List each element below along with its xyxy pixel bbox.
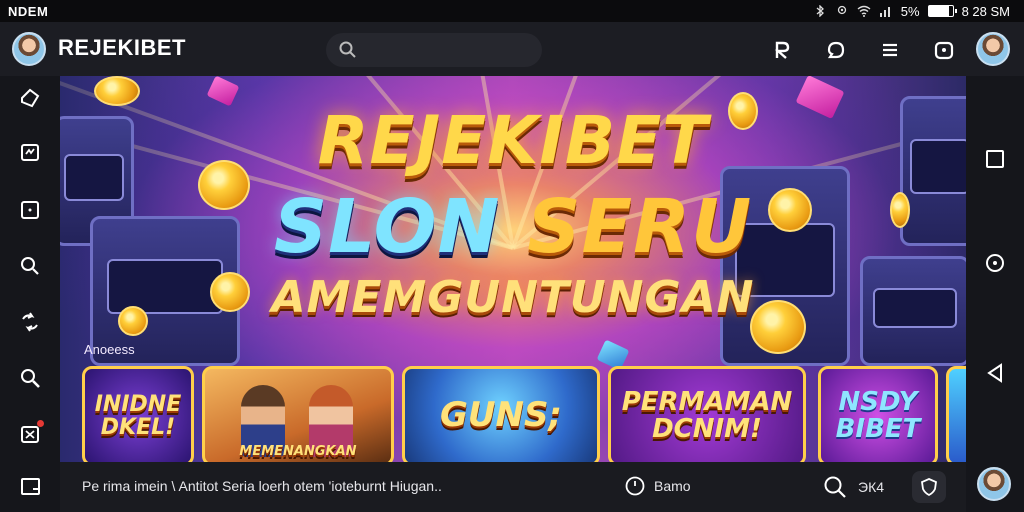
game-card-title: MEMENANGKAN xyxy=(239,444,357,460)
hero-title-line3: AMEMGUNTUNGAN xyxy=(271,272,755,323)
search-bar[interactable] xyxy=(326,33,542,67)
hero-title-line2: SLON SERU xyxy=(60,184,966,270)
top-actions xyxy=(768,36,958,64)
left-sidebar xyxy=(0,76,60,512)
game-card[interactable]: MEMENANGKAN xyxy=(202,366,394,462)
search-icon xyxy=(824,476,846,498)
battery-percent: 5% xyxy=(900,3,920,19)
location-icon xyxy=(835,5,849,17)
window-icon[interactable] xyxy=(16,472,44,500)
status-icons: 5% 8 28 SM xyxy=(813,4,1010,19)
right-sidebar xyxy=(966,76,1024,462)
hero-title-word: SLON xyxy=(273,184,501,270)
search-count: ЭК4 xyxy=(858,479,885,495)
bottom-search-button[interactable]: ЭК4 xyxy=(822,474,884,500)
shield-button[interactable] xyxy=(912,471,946,503)
bluetooth-icon xyxy=(813,5,827,17)
profile-avatar-bottom[interactable] xyxy=(977,467,1011,501)
profile-avatar[interactable] xyxy=(12,32,46,66)
game-card[interactable]: INIDNE DKEL! xyxy=(82,366,194,462)
game-card-title: GUNS; xyxy=(439,395,563,436)
zoom-icon[interactable] xyxy=(16,364,44,392)
game-card[interactable]: GUNS; xyxy=(402,366,600,462)
wallet-icon[interactable] xyxy=(930,36,958,64)
clock-icon xyxy=(625,476,645,496)
gift-icon[interactable] xyxy=(16,420,44,448)
battery-level xyxy=(928,6,949,16)
chat-icon[interactable] xyxy=(822,36,850,64)
app-root: NDEM 5% 8 28 SM REJEKIBET REJEKIBET SLON… xyxy=(0,0,1024,512)
status-time: 8 28 SM xyxy=(961,3,1010,19)
hero-banner[interactable]: REJEKIBET SLON SERU AMEMGUNTUNGAN Anoees… xyxy=(60,76,966,462)
search-input[interactable] xyxy=(366,42,526,58)
status-carrier: NDEM xyxy=(8,3,49,19)
demo-label: Bamo xyxy=(654,478,691,494)
logo-r-icon[interactable] xyxy=(768,36,796,64)
search-nav-icon[interactable] xyxy=(16,252,44,280)
wifi-icon xyxy=(857,5,871,17)
ticker-text: Pe rima imein \ Antitot Seria loerh otem… xyxy=(82,478,442,494)
bottom-bar: Pe rima imein \ Antitot Seria loerh otem… xyxy=(60,462,966,512)
square-icon[interactable] xyxy=(982,146,1008,172)
location-icon[interactable] xyxy=(982,250,1008,276)
transfer-icon[interactable] xyxy=(16,308,44,336)
shield-icon xyxy=(921,478,937,497)
home-icon[interactable] xyxy=(16,84,44,112)
app-bar: REJEKIBET xyxy=(0,22,1024,76)
game-card[interactable]: PERMAMAN DCNIM! xyxy=(608,366,806,462)
section-label: Anoeess xyxy=(84,342,135,357)
game-card-row: INIDNE DKEL! MEMENANGKAN GUNS; PERMAMAN … xyxy=(82,366,966,462)
battery-icon xyxy=(927,5,957,17)
menu-icon[interactable] xyxy=(876,36,904,64)
game-card[interactable]: NSDY BIBET xyxy=(818,366,938,462)
demo-button[interactable]: Bamo xyxy=(624,475,691,497)
back-triangle-icon[interactable] xyxy=(982,360,1008,386)
search-icon xyxy=(339,41,356,58)
bottom-right-corner xyxy=(966,462,1024,512)
brand-title: REJEKIBET xyxy=(58,35,186,60)
video-icon[interactable] xyxy=(16,196,44,224)
game-card[interactable] xyxy=(946,366,966,462)
hero-title-line1: REJEKIBET xyxy=(317,102,709,179)
status-bar: NDEM 5% 8 28 SM xyxy=(0,0,1024,22)
bottom-left-corner xyxy=(0,462,60,512)
signal-icon xyxy=(879,5,893,17)
notification-dot xyxy=(37,420,44,427)
game-card-title: NSDY BIBET xyxy=(835,386,921,444)
game-card-title: INIDNE DKEL! xyxy=(94,391,182,440)
game-card-title: PERMAMAN DCNIM! xyxy=(621,386,793,444)
games-icon[interactable] xyxy=(16,138,44,166)
account-avatar[interactable] xyxy=(976,32,1010,66)
hero-title-word: SERU xyxy=(527,184,753,270)
